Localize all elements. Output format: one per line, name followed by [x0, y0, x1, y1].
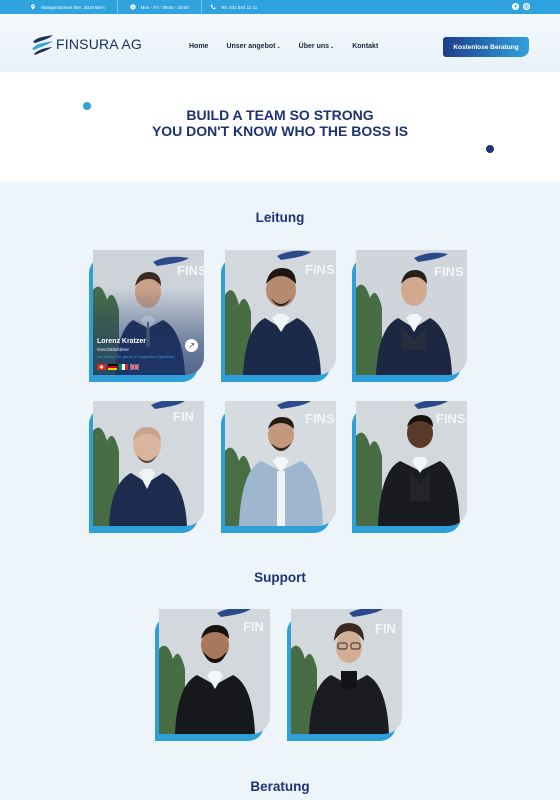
nav-kontakt-label: Kontakt: [352, 43, 379, 50]
team-member-photo: FINS: [225, 250, 336, 375]
hours-item: Mon - Fri : 09:00 - 19:00: [118, 0, 202, 14]
open-profile-arrow-icon[interactable]: ↗: [185, 339, 198, 352]
team-card[interactable]: FIN: [287, 609, 402, 741]
chevron-down-icon: ⌄: [276, 44, 281, 50]
portrait-image: FINS: [225, 401, 336, 526]
main-navigation: Home Unser angebot⌄ Über uns⌄ Kontakt: [189, 43, 396, 50]
member-languages-note: Ich berate Sie gerne in folgenden Sprach…: [97, 354, 176, 359]
hero-title-line-2: YOU DON'T KNOW WHO THE BOSS IS: [151, 122, 409, 139]
free-consultation-button[interactable]: Kostenlose Beratung: [443, 37, 529, 57]
svg-text:FINS: FINS: [434, 264, 464, 279]
hero-title-line-1: BUILD A TEAM SO STRONG: [186, 107, 374, 123]
team-member-photo: FINS Lorenz Kratzer Geschäftsführer Ich …: [93, 250, 204, 375]
instagram-icon[interactable]: [523, 3, 530, 10]
team-member-photo: FINS: [225, 401, 336, 526]
nav-unser-angebot-label: Unser angebot: [226, 43, 276, 50]
hours-text: Mon - Fri : 09:00 - 19:00: [140, 4, 189, 10]
italian-flag-icon: [119, 364, 128, 370]
uk-flag-icon: [130, 364, 139, 370]
team-member-photo: FIN: [291, 609, 402, 734]
portrait-image: FIN: [93, 401, 204, 526]
portrait-image: FINS: [356, 401, 467, 526]
nav-ueber-uns[interactable]: Über uns⌄: [299, 43, 335, 50]
section-title-beratung: Beratung: [250, 779, 310, 794]
team-card[interactable]: FINS: [352, 250, 467, 382]
nav-home[interactable]: Home: [189, 43, 208, 50]
member-name: Lorenz Kratzer: [97, 338, 147, 345]
site-header: FINSURA AG Home Unser angebot⌄ Über uns⌄…: [0, 14, 560, 72]
nav-kontakt[interactable]: Kontakt: [352, 43, 378, 50]
address-text: Wangenstrasse 86A, 3018 Bern: [41, 4, 105, 10]
svg-text:FIN: FIN: [243, 619, 264, 634]
address-item[interactable]: Wangenstrasse 86A, 3018 Bern: [0, 0, 118, 14]
nav-unser-angebot[interactable]: Unser angebot⌄: [226, 43, 280, 50]
portrait-image: FINS: [225, 250, 336, 375]
section-title-support: Support: [254, 570, 306, 585]
chevron-down-icon: ⌄: [330, 44, 335, 50]
svg-text:FINS: FINS: [436, 411, 466, 426]
phone-icon: [210, 4, 216, 10]
member-role: Geschäftsführer: [97, 347, 130, 352]
team-member-photo: FINS: [356, 250, 467, 375]
section-title-leitung: Leitung: [255, 210, 305, 225]
svg-text:FIN: FIN: [375, 621, 396, 636]
team-card[interactable]: FIN: [89, 401, 204, 533]
hero-banner: BUILD A TEAM SO STRONG YOU DON'T KNOW WH…: [0, 72, 560, 182]
portrait-image: FINS: [356, 250, 467, 375]
phone-item[interactable]: Tel. 031 544 11 11: [202, 0, 269, 14]
team-member-photo: FIN: [159, 609, 270, 734]
top-info-bar: Wangenstrasse 86A, 3018 Bern Mon - Fri :…: [0, 0, 560, 14]
team-member-photo: FIN: [93, 401, 204, 526]
location-pin-icon: [31, 4, 35, 10]
facebook-icon[interactable]: [512, 3, 519, 10]
team-card[interactable]: FIN: [155, 609, 270, 741]
nav-ueber-uns-label: Über uns: [298, 43, 330, 50]
team-member-photo: FINS: [356, 401, 467, 526]
portrait-image: FIN: [159, 609, 270, 734]
logo-text: FINSURA AG: [56, 36, 143, 52]
logo[interactable]: FINSURA AG: [31, 33, 142, 55]
clock-icon: [129, 4, 136, 10]
svg-text:FINS: FINS: [305, 411, 335, 426]
team-card[interactable]: FINS: [221, 401, 336, 533]
language-flags: [97, 364, 139, 370]
cta-label: Kostenlose Beratung: [453, 43, 519, 51]
team-card[interactable]: FINS Lorenz Kratzer Geschäftsführer Ich …: [89, 250, 204, 382]
nav-home-label: Home: [189, 43, 209, 50]
swiss-flag-icon: [97, 364, 106, 370]
decorative-dot: [486, 145, 494, 153]
portrait-image: FIN: [291, 609, 402, 734]
social-links: [512, 3, 530, 10]
team-card[interactable]: FINS: [221, 250, 336, 382]
german-flag-icon: [108, 364, 117, 370]
finsura-wave-logo-icon: [32, 35, 53, 55]
svg-text:FINS: FINS: [305, 262, 335, 277]
svg-text:FIN: FIN: [173, 409, 194, 424]
hero-title: BUILD A TEAM SO STRONG YOU DON'T KNOW WH…: [0, 107, 560, 139]
phone-text: Tel. 031 544 11 11: [220, 4, 258, 10]
team-card[interactable]: FINS: [352, 401, 467, 533]
